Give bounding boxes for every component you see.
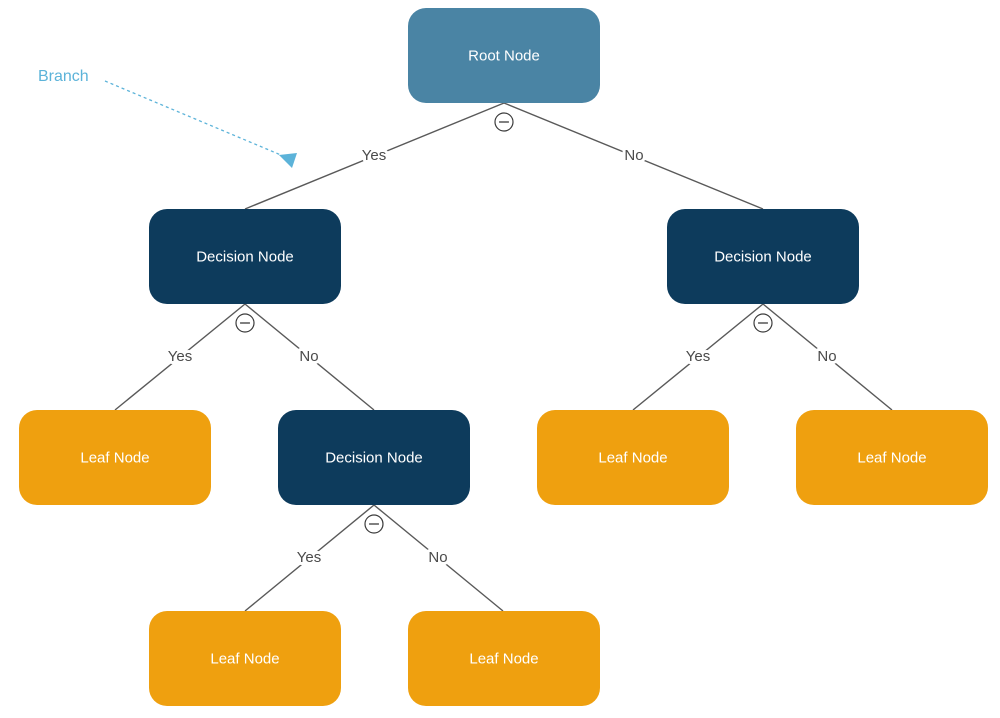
node-root[interactable]: Root Node [408, 8, 600, 103]
collapse-toggle-d_lr[interactable] [364, 514, 384, 534]
branch-annotation-leader-line [104, 80, 289, 159]
decision-node-shape[interactable] [149, 209, 341, 304]
node-d_lr[interactable]: Decision Node [278, 410, 470, 505]
leaf-node-shape[interactable] [149, 611, 341, 706]
annotation-layer: Branch [38, 68, 297, 168]
node-l_ll[interactable]: Leaf Node [19, 410, 211, 505]
node-l_rl[interactable]: Leaf Node [537, 410, 729, 505]
edge-label-e2: No [624, 147, 643, 164]
edge-label-e4: No [299, 348, 318, 365]
leaf-node-shape[interactable] [19, 410, 211, 505]
edge-label-e5: Yes [686, 348, 710, 365]
branch-annotation-label: Branch [38, 68, 89, 85]
node-d_r[interactable]: Decision Node [667, 209, 859, 304]
node-l_rr[interactable]: Leaf Node [796, 410, 988, 505]
edge-label-e3: Yes [168, 348, 192, 365]
edge-label-e7: Yes [297, 549, 321, 566]
connector-layer [114, 102, 893, 612]
collapse-toggle-d_r[interactable] [753, 313, 773, 333]
collapse-toggle-d_l[interactable] [235, 313, 255, 333]
edge-label-e8: No [428, 549, 447, 566]
edge-label-e6: No [817, 348, 836, 365]
node-l_br[interactable]: Leaf Node [408, 611, 600, 706]
edge-label-e1: Yes [362, 147, 386, 164]
collapse-toggle-root[interactable] [494, 112, 514, 132]
root-node-shape[interactable] [408, 8, 600, 103]
tree-canvas: Root Node Decision Node Decision Node Leaf … [19, 8, 988, 706]
leaf-node-shape[interactable] [537, 410, 729, 505]
decision-tree-diagram: Root Node Decision Node Decision Node Leaf … [0, 0, 1000, 718]
node-d_l[interactable]: Decision Node [149, 209, 341, 304]
decision-node-shape[interactable] [278, 410, 470, 505]
decision-node-shape[interactable] [667, 209, 859, 304]
branch-annotation-arrowhead-icon [279, 153, 297, 168]
leaf-node-shape[interactable] [796, 410, 988, 505]
node-l_bl[interactable]: Leaf Node [149, 611, 341, 706]
leaf-node-shape[interactable] [408, 611, 600, 706]
